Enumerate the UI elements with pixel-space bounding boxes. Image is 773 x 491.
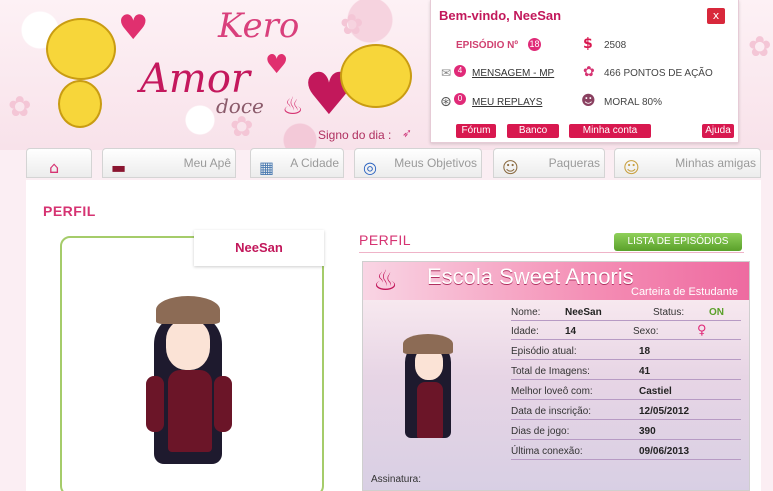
card-field-value: Castiel — [639, 386, 672, 397]
section-divider — [359, 252, 744, 253]
card-field-label: Melhor loveô com: — [511, 386, 593, 397]
nav-tab-meu-ape[interactable]: ▬ Meu Apê — [102, 148, 236, 178]
nav-tab-home[interactable]: ⌂ — [26, 148, 92, 178]
nav-tab-label: Meu Apê — [183, 156, 231, 170]
help-button[interactable]: Ajuda — [702, 124, 734, 138]
signo-label: Signo do dia : — [318, 128, 392, 142]
moral-face-icon: ☻ — [581, 93, 596, 109]
card-row-line — [511, 419, 741, 420]
girl-icon: ☺ — [623, 158, 640, 177]
avatar-hat — [156, 296, 220, 324]
building-icon: ▦ — [259, 158, 275, 177]
money-value: 2508 — [604, 40, 627, 51]
episode-number-badge: 18 — [528, 38, 541, 51]
nav-tab-label: Meus Objetivos — [394, 156, 477, 170]
dollar-icon: $ — [583, 36, 593, 52]
card-row-line — [511, 359, 741, 360]
card-avatar-shirt — [417, 382, 443, 438]
nav-tab-label: Minhas amigas — [675, 156, 756, 170]
school-name: Escola Sweet Amoris — [427, 264, 634, 289]
welcome-text: Bem-vindo, NeeSan — [439, 8, 562, 23]
student-card: ♨ Escola Sweet Amoris Carteira de Estuda… — [362, 261, 750, 491]
avatar-arm — [214, 376, 232, 432]
sagittarius-icon[interactable]: ➶ — [402, 126, 416, 140]
card-field-value: 18 — [639, 346, 651, 357]
card-row-line — [511, 379, 741, 380]
boy-icon: ☺ — [502, 158, 519, 177]
nav-tab-amigas[interactable]: ☺ Minhas amigas — [614, 148, 761, 178]
avatar-frame — [60, 236, 324, 491]
card-row-line — [511, 320, 741, 321]
target-icon: ◎ — [363, 158, 377, 177]
bank-button[interactable]: Banco — [507, 124, 559, 138]
nav-tab-label: Paqueras — [548, 156, 600, 170]
card-field-value: 14 — [565, 326, 577, 337]
blossom-decoration: ✿ — [8, 90, 32, 123]
my-account-button[interactable]: Minha conta — [569, 124, 651, 138]
card-field-value: 12/05/2012 — [639, 406, 690, 417]
nav-tab-objetivos[interactable]: ◎ Meus Objetivos — [354, 148, 482, 178]
student-card-header: ♨ Escola Sweet Amoris Carteira de Estuda… — [363, 262, 749, 300]
main-navigation: ⌂ ▬ Meu Apê ▦ A Cidade ◎ Meus Objetivos … — [26, 148, 761, 180]
nav-tab-cidade[interactable]: ▦ A Cidade — [250, 148, 344, 178]
card-field-label: Última conexão: — [511, 446, 583, 457]
card-row-line — [511, 339, 741, 340]
card-field-label: Episódio atual: — [511, 346, 577, 357]
student-card-body: Nome: NeeSan Status: ON Idade: 14 Sexo: … — [363, 300, 749, 490]
blossom-decoration: ✿ — [340, 8, 364, 41]
card-row-line — [511, 439, 741, 440]
avatar-shirt — [168, 370, 212, 452]
forum-button[interactable]: Fórum — [456, 124, 496, 138]
card-field-label: Idade: — [511, 326, 539, 337]
signature-label: Assinatura: — [371, 474, 422, 485]
status-value: ON — [709, 307, 724, 318]
close-button[interactable]: x — [707, 8, 725, 24]
card-field-label: Total de Imagens: — [511, 366, 590, 377]
site-logo[interactable]: Kero Amor doce — [140, 6, 299, 121]
page-title: PERFIL — [43, 203, 96, 219]
messages-link[interactable]: MENSAGEM - MP — [472, 68, 554, 79]
episode-label: EPISÓDIO Nº — [456, 40, 518, 51]
logo-text: Kero — [218, 6, 300, 46]
female-symbol-icon: ♀ — [697, 323, 707, 338]
mascot-character — [340, 44, 412, 108]
card-field-label: Dias de jogo: — [511, 426, 570, 437]
card-avatar-hat — [403, 334, 453, 354]
avatar-name-tab: NeeSan — [194, 230, 324, 266]
avatar-face — [166, 320, 210, 370]
card-field-value: 41 — [639, 366, 651, 377]
home-icon: ⌂ — [49, 158, 60, 177]
avatar-arm — [146, 376, 164, 432]
card-subtitle: Carteira de Estudante — [631, 286, 739, 298]
section-title: PERFIL — [359, 232, 412, 248]
card-row-line — [511, 459, 741, 460]
logo-text: doce — [216, 94, 264, 118]
film-reel-icon[interactable]: ⊛ — [440, 94, 452, 110]
card-field-value: NeeSan — [565, 307, 602, 318]
action-points-text: 466 PONTOS DE AÇÃO — [604, 68, 713, 79]
status-label: Status: — [653, 307, 685, 318]
main-content: PERFIL NeeSan PERFIL LISTA DE EPISÓDIOS … — [26, 180, 761, 491]
moral-text: MORAL 80% — [604, 97, 662, 108]
episode-list-button[interactable]: LISTA DE EPISÓDIOS — [614, 233, 742, 251]
cupcake-icon: ♨ — [373, 264, 399, 297]
sofa-icon: ▬ — [111, 158, 127, 177]
blossom-decoration: ✿ — [748, 30, 772, 63]
card-row-line — [511, 399, 741, 400]
card-field-value: 09/06/2013 — [639, 446, 690, 457]
replays-badge: 0 — [454, 93, 466, 105]
mascot-character — [46, 18, 116, 80]
card-field-label: Data de inscrição: — [511, 406, 592, 417]
nav-tab-paqueras[interactable]: ☺ Paqueras — [493, 148, 605, 178]
card-field-label: Nome: — [511, 307, 541, 318]
nav-tab-label: A Cidade — [290, 156, 339, 170]
sexo-label: Sexo: — [633, 326, 659, 337]
replays-link[interactable]: MEU REPLAYS — [472, 97, 542, 108]
card-field-value: 390 — [639, 426, 656, 437]
messages-badge: 4 — [454, 65, 466, 77]
mascot-body — [58, 80, 102, 128]
user-panel: Bem-vindo, NeeSan x EPISÓDIO Nº 18 $ 250… — [430, 0, 739, 143]
action-points-icon: ✿ — [583, 64, 595, 80]
envelope-icon[interactable]: ✉ — [441, 66, 451, 80]
